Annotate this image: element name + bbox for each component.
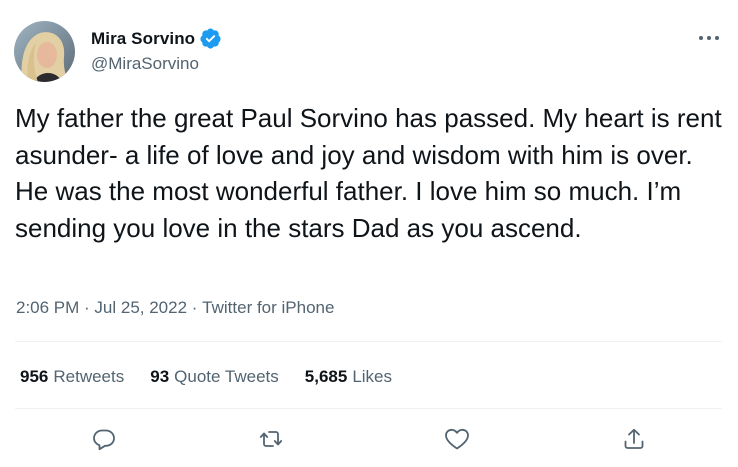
tweet-stats: 956 Retweets 93 Quote Tweets 5,685 Likes <box>20 367 392 387</box>
tweet-meta: 2:06 PM · Jul 25, 2022 · Twitter for iPh… <box>16 298 334 318</box>
tweet-source[interactable]: Twitter for iPhone <box>202 298 334 318</box>
meta-separator: · <box>187 298 203 317</box>
author-handle[interactable]: @MiraSorvino <box>91 54 199 74</box>
quote-tweets-label: Quote Tweets <box>174 367 279 386</box>
likes-stat[interactable]: 5,685 Likes <box>305 367 392 387</box>
likes-label: Likes <box>352 367 392 386</box>
divider <box>15 408 722 409</box>
like-button[interactable] <box>442 424 472 454</box>
reply-button[interactable] <box>89 424 119 454</box>
more-horizontal-icon <box>699 36 719 40</box>
avatar[interactable] <box>14 21 75 82</box>
retweet-button[interactable] <box>256 424 286 454</box>
tweet-time[interactable]: 2:06 PM <box>16 298 79 318</box>
likes-count: 5,685 <box>304 367 348 386</box>
heart-icon <box>445 428 469 450</box>
reply-icon <box>93 429 115 451</box>
retweets-label: Retweets <box>53 367 125 386</box>
quote-tweets-count: 93 <box>150 367 170 386</box>
share-button[interactable] <box>619 424 649 454</box>
more-options-button[interactable] <box>694 26 724 50</box>
author-name-row: Mira Sorvino <box>91 27 222 50</box>
author-display-name[interactable]: Mira Sorvino <box>91 29 195 49</box>
tweet-date[interactable]: Jul 25, 2022 <box>94 298 187 318</box>
tweet-card: Mira Sorvino @MiraSorvino My father the … <box>0 0 738 467</box>
meta-separator: · <box>79 298 95 317</box>
quote-tweets-stat[interactable]: 93 Quote Tweets <box>150 367 279 387</box>
tweet-text: My father the great Paul Sorvino has pas… <box>15 103 729 243</box>
retweets-stat[interactable]: 956 Retweets <box>20 367 124 387</box>
retweet-icon <box>259 431 283 447</box>
divider <box>15 341 722 342</box>
retweets-count: 956 <box>20 367 49 386</box>
share-icon <box>624 428 644 449</box>
verified-badge-icon <box>199 27 222 50</box>
